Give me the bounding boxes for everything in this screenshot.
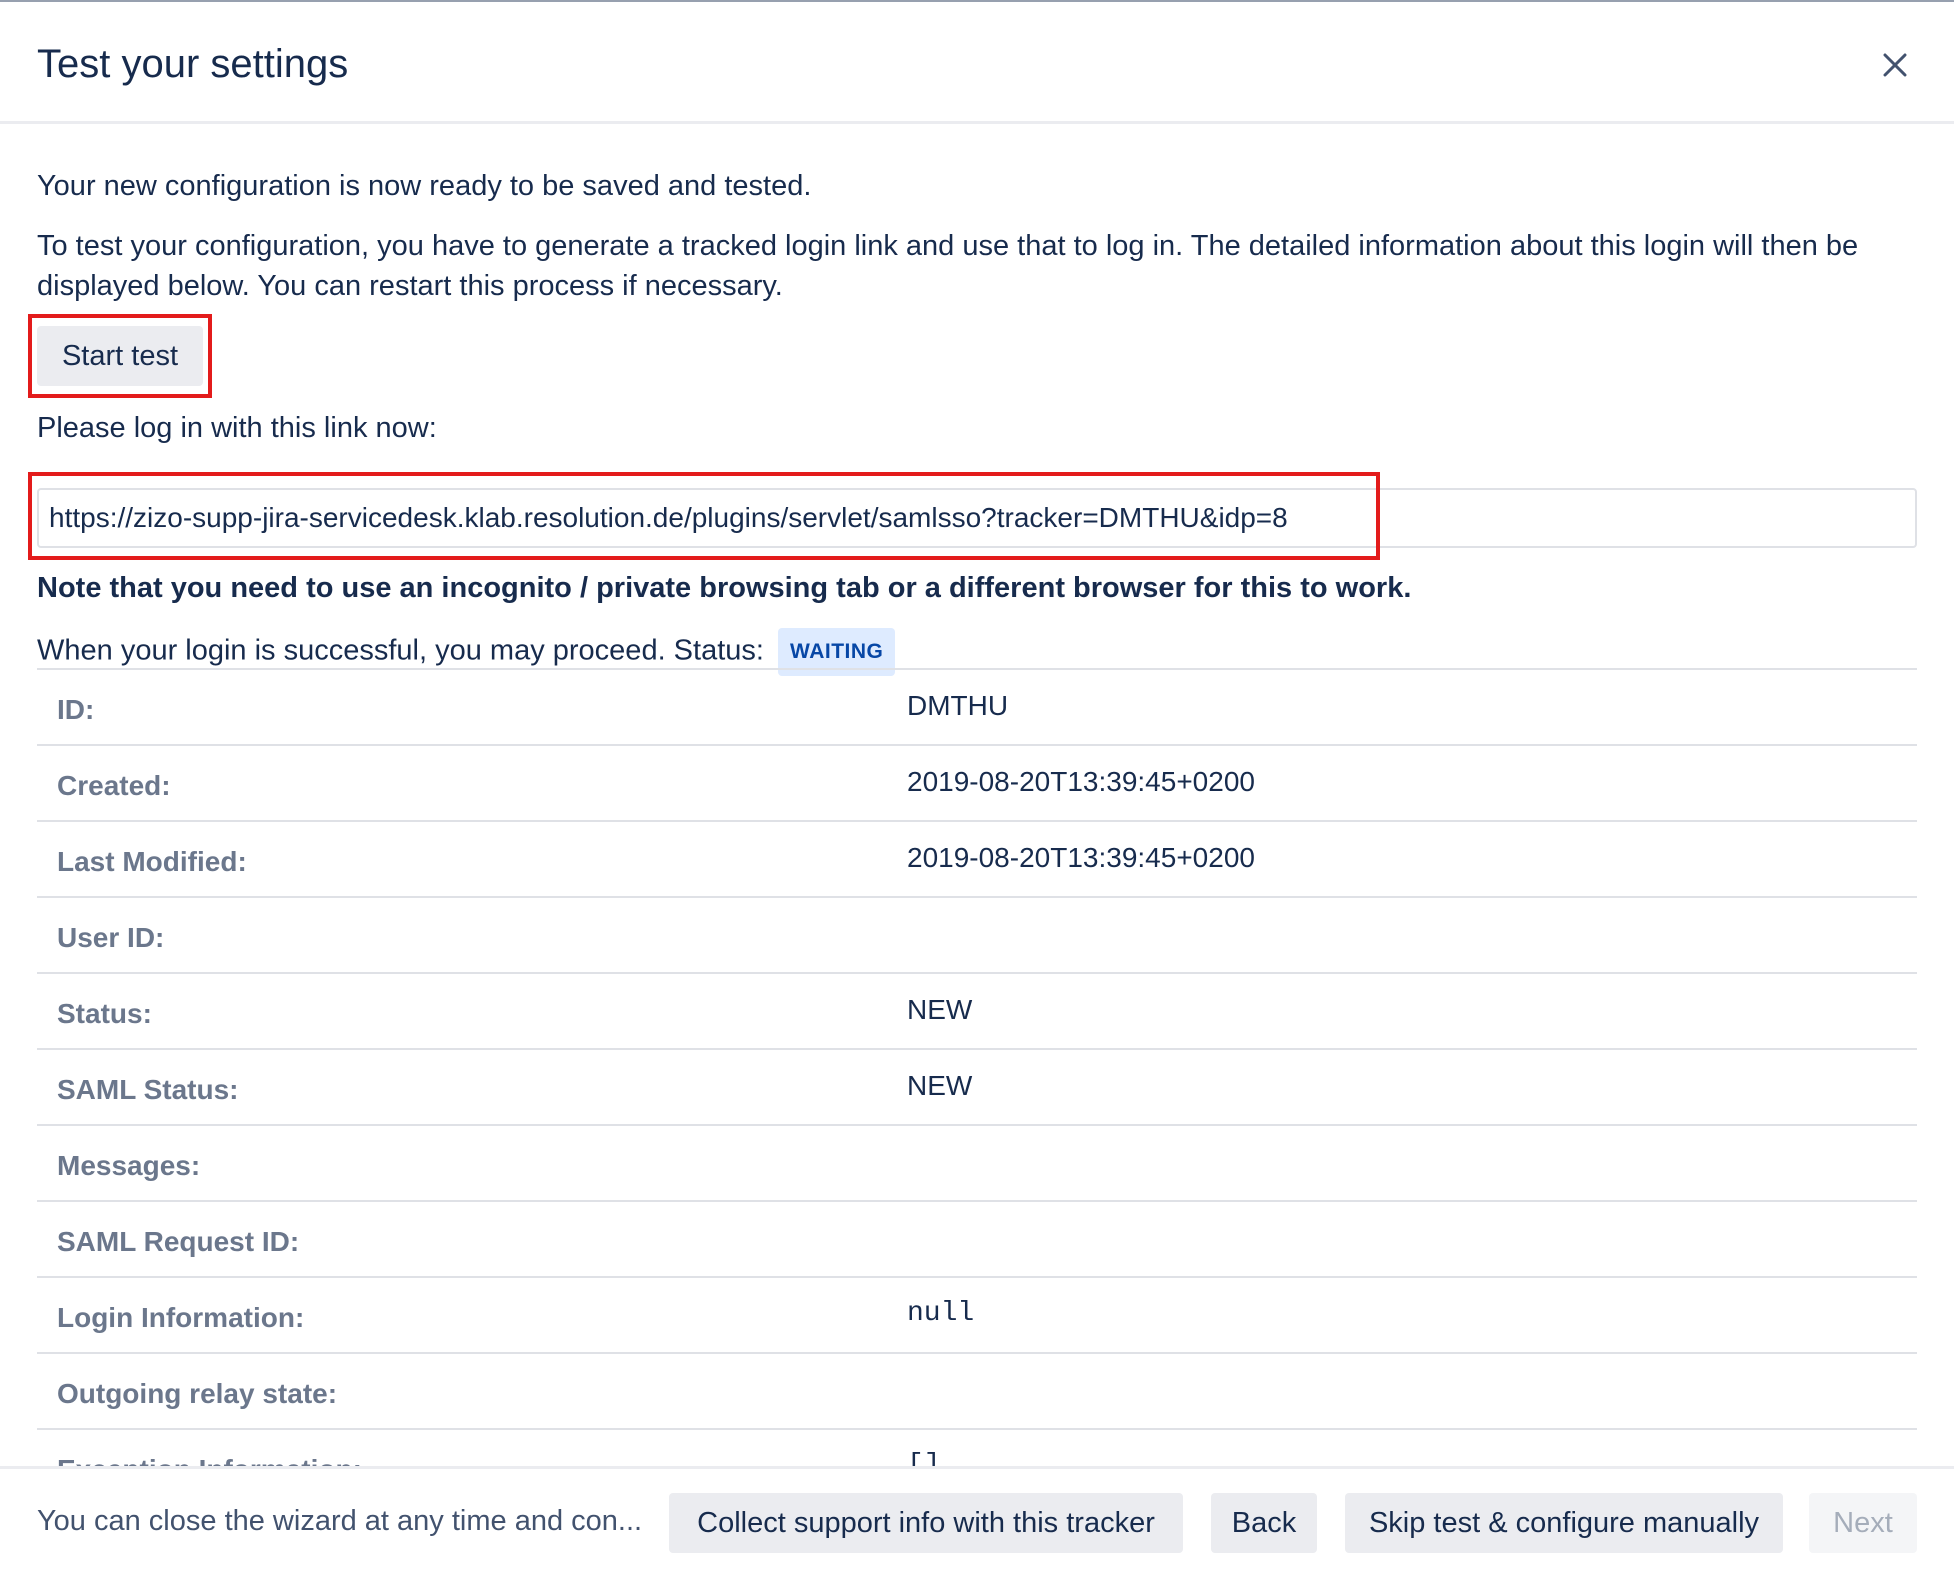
detail-value: NEW [907,1070,973,1101]
close-icon [1883,53,1907,77]
detail-value: [] [907,1450,941,1466]
collect-support-info-button[interactable]: Collect support info with this tracker [669,1493,1183,1553]
intro-text: Your new configuration is now ready to b… [37,170,812,202]
detail-value: 2019-08-20T13:39:45+0200 [907,766,1255,797]
detail-value: DMTHU [907,690,1009,721]
detail-value: null [907,1298,975,1329]
back-button[interactable]: Back [1211,1493,1317,1553]
dialog-footer: You can close the wizard at any time and… [0,1466,1954,1572]
detail-row: Status: NEW [37,972,1917,1048]
dialog-content: Your new configuration is now ready to b… [0,124,1954,1466]
detail-row: Login Information: null [37,1276,1917,1352]
test-settings-dialog: Test your settings Your new configuratio… [0,0,1954,1572]
footer-note: You can close the wizard at any time and… [37,1505,643,1537]
instructions-text: To test your configuration, you have to … [37,230,1859,302]
status-text: When your login is successful, you may p… [37,634,764,667]
detail-value: NEW [907,994,973,1025]
close-button[interactable] [1872,42,1918,88]
detail-row: Outgoing relay state: [37,1352,1917,1428]
detail-row: Messages: [37,1124,1917,1200]
detail-label: Messages: [57,1150,201,1181]
detail-label: SAML Status: [57,1074,239,1105]
detail-label: SAML Request ID: [57,1226,300,1257]
detail-row: Created: 2019-08-20T13:39:45+0200 [37,744,1917,820]
detail-label: ID: [57,694,95,725]
detail-label: Exception Information: [57,1454,362,1466]
tracker-details-table: ID: DMTHU Created: 2019-08-20T13:39:45+0200… [37,668,1917,1466]
next-button[interactable]: Next [1809,1493,1917,1553]
detail-label: Status: [57,998,152,1029]
login-prompt: Please log in with this link now: [37,412,437,444]
detail-value: 2019-08-20T13:39:45+0200 [907,842,1255,873]
detail-row: ID: DMTHU [37,668,1917,744]
detail-label: User ID: [57,922,165,953]
skip-test-button[interactable]: Skip test & configure manually [1345,1493,1783,1553]
detail-row: SAML Request ID: [37,1200,1917,1276]
detail-row: SAML Status: NEW [37,1048,1917,1124]
detail-row: User ID: [37,896,1917,972]
detail-row: Last Modified: 2019-08-20T13:39:45+0200 [37,820,1917,896]
detail-label: Last Modified: [57,846,247,877]
start-test-button[interactable]: Start test [37,326,203,386]
incognito-note: Note that you need to use an incognito /… [37,572,1412,604]
login-link-input[interactable] [37,488,1917,548]
detail-row: Exception Information: [] [37,1428,1917,1466]
detail-label: Outgoing relay state: [57,1378,338,1409]
dialog-header: Test your settings [0,4,1954,124]
detail-label: Login Information: [57,1302,305,1333]
detail-label: Created: [57,770,171,801]
dialog-title: Test your settings [37,42,349,86]
